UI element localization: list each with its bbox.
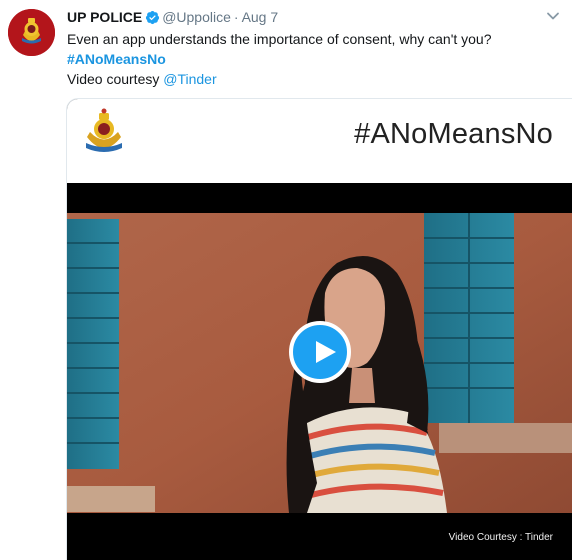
police-emblem-icon <box>86 108 122 152</box>
tweet-date[interactable]: Aug 7 <box>242 9 279 25</box>
play-icon <box>316 341 336 363</box>
video-banner: #ANoMeansNo <box>67 99 572 183</box>
police-emblem-icon <box>8 9 55 56</box>
video-card[interactable]: #ANoMeansNo Video Courtesy: Tinder <box>66 98 572 560</box>
hashtag-link[interactable]: #ANoMeansNo <box>67 51 166 67</box>
mention-link[interactable]: @Tinder <box>163 71 216 87</box>
video-watermark: Video Courtesy : Tinder <box>448 532 553 543</box>
avatar[interactable] <box>8 9 55 56</box>
chevron-down-icon[interactable] <box>546 9 560 23</box>
play-button[interactable] <box>289 321 351 383</box>
verified-badge-icon <box>146 10 160 25</box>
author-name[interactable]: UP POLICE <box>67 9 142 25</box>
banner-hashtag: #ANoMeansNo <box>354 118 553 150</box>
tweet-text: Even an app understands the importance o… <box>67 29 562 89</box>
tweet-text-line: Even an app understands the importance o… <box>67 31 492 47</box>
courtesy-text: Video courtesy <box>67 71 164 87</box>
separator-dot: · <box>233 9 239 25</box>
tweet-header: UP POLICE @Uppolice · Aug 7 <box>67 8 278 27</box>
author-handle[interactable]: @Uppolice <box>162 9 231 25</box>
